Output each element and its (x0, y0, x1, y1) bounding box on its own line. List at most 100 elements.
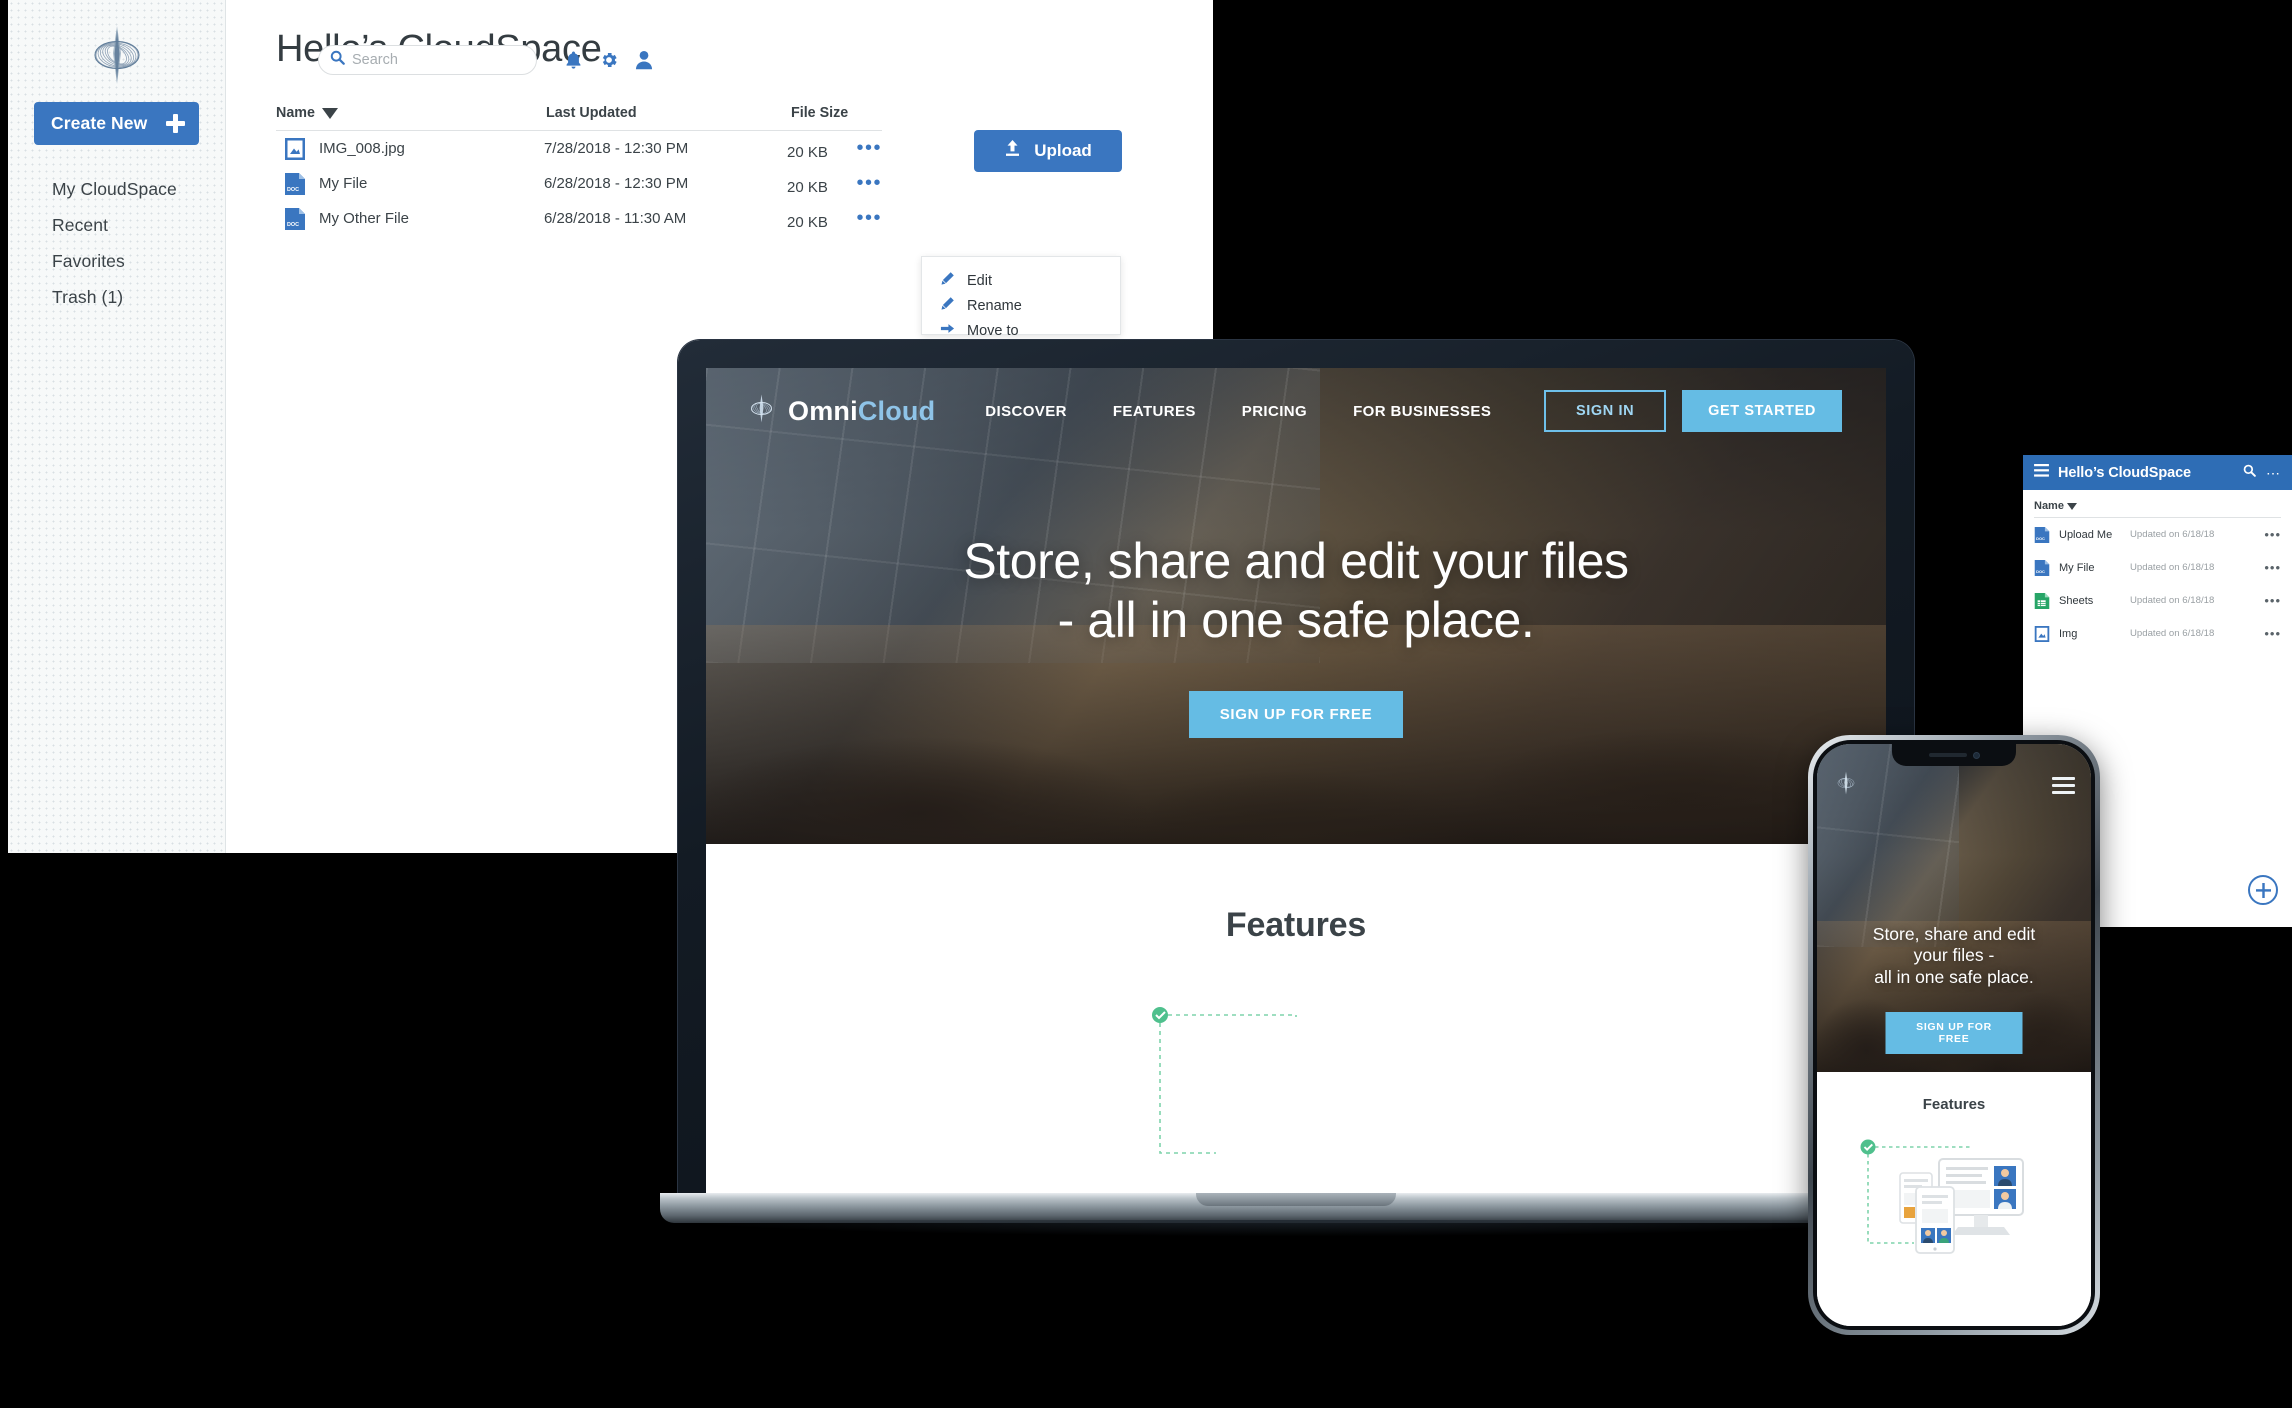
table-row[interactable]: IMG_008.jpg 7/28/2018 - 12:30 PM 20 KB •… (276, 131, 882, 166)
upload-icon (1004, 139, 1021, 163)
table-row[interactable]: DOC My File 6/28/2018 - 12:30 PM 20 KB •… (276, 166, 882, 201)
hamburger-icon[interactable] (2052, 777, 2075, 794)
tablet-title: Hello’s CloudSpace (2058, 464, 2192, 481)
hero-heading: Store, share and edit your files - all i… (706, 532, 1886, 649)
laptop-shadow (686, 1220, 1906, 1236)
nav-link-discover[interactable]: DISCOVER (985, 403, 1067, 420)
list-item[interactable]: Sheets Updated on 6/18/18 ••• (2034, 584, 2281, 617)
nav-link-features[interactable]: FEATURES (1113, 403, 1196, 420)
context-menu-item-rename[interactable]: Rename (940, 293, 1120, 318)
context-menu-label: Move to (967, 322, 1019, 339)
table-row[interactable]: DOC My Other File 6/28/2018 - 11:30 AM 2… (276, 201, 882, 236)
plus-circle-icon[interactable] (2248, 875, 2278, 905)
laptop-screen: OmniCloud DISCOVER FEATURES PRICING FOR … (706, 368, 1886, 1202)
file-name: Sheets (2059, 594, 2094, 607)
file-name: Upload Me (2059, 528, 2113, 541)
pencil-icon (940, 296, 955, 315)
bell-icon[interactable] (564, 50, 583, 70)
sidebar-nav: My CloudSpace Recent Favorites Trash (1) (8, 171, 225, 315)
header-toolbar (318, 45, 653, 75)
column-header-file-size[interactable]: File Size (791, 105, 881, 121)
context-menu-label: Edit (967, 272, 992, 289)
pencil-icon (940, 271, 955, 290)
file-updated: Updated on 6/18/18 (2130, 595, 2215, 606)
hamburger-icon[interactable] (2034, 463, 2049, 482)
tablet-file-list: Name DOC Upload Me Updated on 6/18/18 ••… (2023, 490, 2292, 650)
phone-hero-line3: all in one safe place. (1874, 966, 2034, 987)
phone-sign-up-button[interactable]: SIGN UP FOR FREE (1885, 1012, 2023, 1054)
sign-up-for-free-button[interactable]: SIGN UP FOR FREE (1188, 691, 1404, 738)
phone-features-section: Features (1817, 1072, 2091, 1326)
nav-link-for-businesses[interactable]: FOR BUSINESSES (1353, 403, 1491, 420)
doc-file-icon: DOC (284, 207, 306, 231)
row-more-button[interactable]: ••• (2264, 560, 2281, 575)
search-icon[interactable] (2243, 464, 2256, 482)
svg-text:DOC: DOC (2036, 569, 2045, 574)
features-heading: Features (1225, 906, 1367, 944)
plus-icon (166, 114, 185, 133)
sign-in-button[interactable]: SIGN IN (1543, 390, 1667, 432)
sort-filter-icon[interactable] (2066, 502, 2077, 510)
tablet-column-header: Name (2034, 500, 2281, 518)
tablet-header: Hello’s CloudSpace ⋯ (2023, 455, 2292, 490)
table-header: Name Last Updated File Size (276, 105, 882, 131)
user-icon[interactable] (635, 50, 653, 70)
phone-screen: Store, share and edit your files - all i… (1817, 744, 2091, 1326)
phone-frame: Store, share and edit your files - all i… (1808, 735, 2100, 1335)
search-icon (330, 50, 345, 70)
phone-mockup: Store, share and edit your files - all i… (1808, 735, 2100, 1335)
get-started-button[interactable]: GET STARTED (1682, 390, 1842, 432)
context-menu-item-edit[interactable]: Edit (940, 268, 1120, 293)
list-item[interactable]: DOC My File Updated on 6/18/18 ••• (2034, 551, 2281, 584)
devices-illustration (1146, 1003, 1446, 1173)
sidebar-item-trash[interactable]: Trash (1) (52, 279, 225, 315)
laptop-lid: OmniCloud DISCOVER FEATURES PRICING FOR … (678, 340, 1914, 1202)
list-item[interactable]: DOC Upload Me Updated on 6/18/18 ••• (2034, 518, 2281, 551)
omnicloud-logo[interactable]: OmniCloud (746, 393, 935, 429)
file-name: My Other File (319, 210, 410, 227)
file-updated: Updated on 6/18/18 (2130, 562, 2215, 573)
cloudspace-logo-icon[interactable] (1833, 770, 1859, 801)
row-more-button[interactable]: ••• (2264, 593, 2281, 608)
gear-icon[interactable] (599, 50, 619, 70)
column-header-name[interactable]: Name (276, 105, 315, 121)
list-item[interactable]: Img Updated on 6/18/18 ••• (2034, 617, 2281, 650)
sidebar-item-my-cloudspace[interactable]: My CloudSpace (52, 171, 225, 207)
doc-file-icon: DOC (2034, 559, 2050, 577)
file-name: Img (2059, 627, 2078, 640)
phone-hero-line1: Store, share and edit (1872, 924, 2036, 944)
create-new-button[interactable]: Create New (34, 102, 199, 145)
row-more-button[interactable]: ••• (2264, 527, 2281, 542)
laptop-mockup: OmniCloud DISCOVER FEATURES PRICING FOR … (660, 340, 1932, 1236)
image-file-icon (284, 137, 306, 161)
search-box[interactable] (318, 45, 537, 75)
logo-text-omni: Omni (788, 395, 858, 426)
row-more-button[interactable]: ••• (856, 208, 882, 228)
laptop-base (660, 1193, 1932, 1223)
sidebar-item-favorites[interactable]: Favorites (52, 243, 225, 279)
tablet-column-name[interactable]: Name (2034, 500, 2064, 512)
website-nav-links: DISCOVER FEATURES PRICING FOR BUSINESSES (985, 403, 1491, 420)
row-more-button[interactable]: ••• (856, 138, 882, 158)
context-menu-label: Rename (967, 297, 1022, 314)
sidebar-item-recent[interactable]: Recent (52, 207, 225, 243)
cloudspace-logo-icon (746, 393, 777, 429)
search-input[interactable] (352, 52, 525, 68)
svg-text:DOC: DOC (287, 222, 299, 228)
nav-link-pricing[interactable]: PRICING (1242, 403, 1307, 420)
context-menu: Edit Rename Move to (921, 256, 1121, 339)
sort-filter-icon[interactable] (321, 107, 338, 119)
upload-button[interactable]: Upload (974, 130, 1122, 172)
phone-features-heading: Features (1922, 1096, 1986, 1113)
row-more-button[interactable]: ••• (2264, 626, 2281, 641)
file-size: 20 KB (787, 214, 828, 231)
phone-notch (1892, 744, 2016, 766)
file-size: 20 KB (787, 144, 828, 161)
hero-heading-line2: - all in one safe place. (1057, 591, 1535, 648)
more-icon[interactable]: ⋯ (2266, 466, 2281, 480)
file-name: My File (2059, 561, 2095, 574)
column-header-last-updated[interactable]: Last Updated (546, 105, 791, 121)
doc-file-icon: DOC (284, 172, 306, 196)
row-more-button[interactable]: ••• (856, 173, 882, 193)
svg-text:DOC: DOC (2036, 536, 2045, 541)
